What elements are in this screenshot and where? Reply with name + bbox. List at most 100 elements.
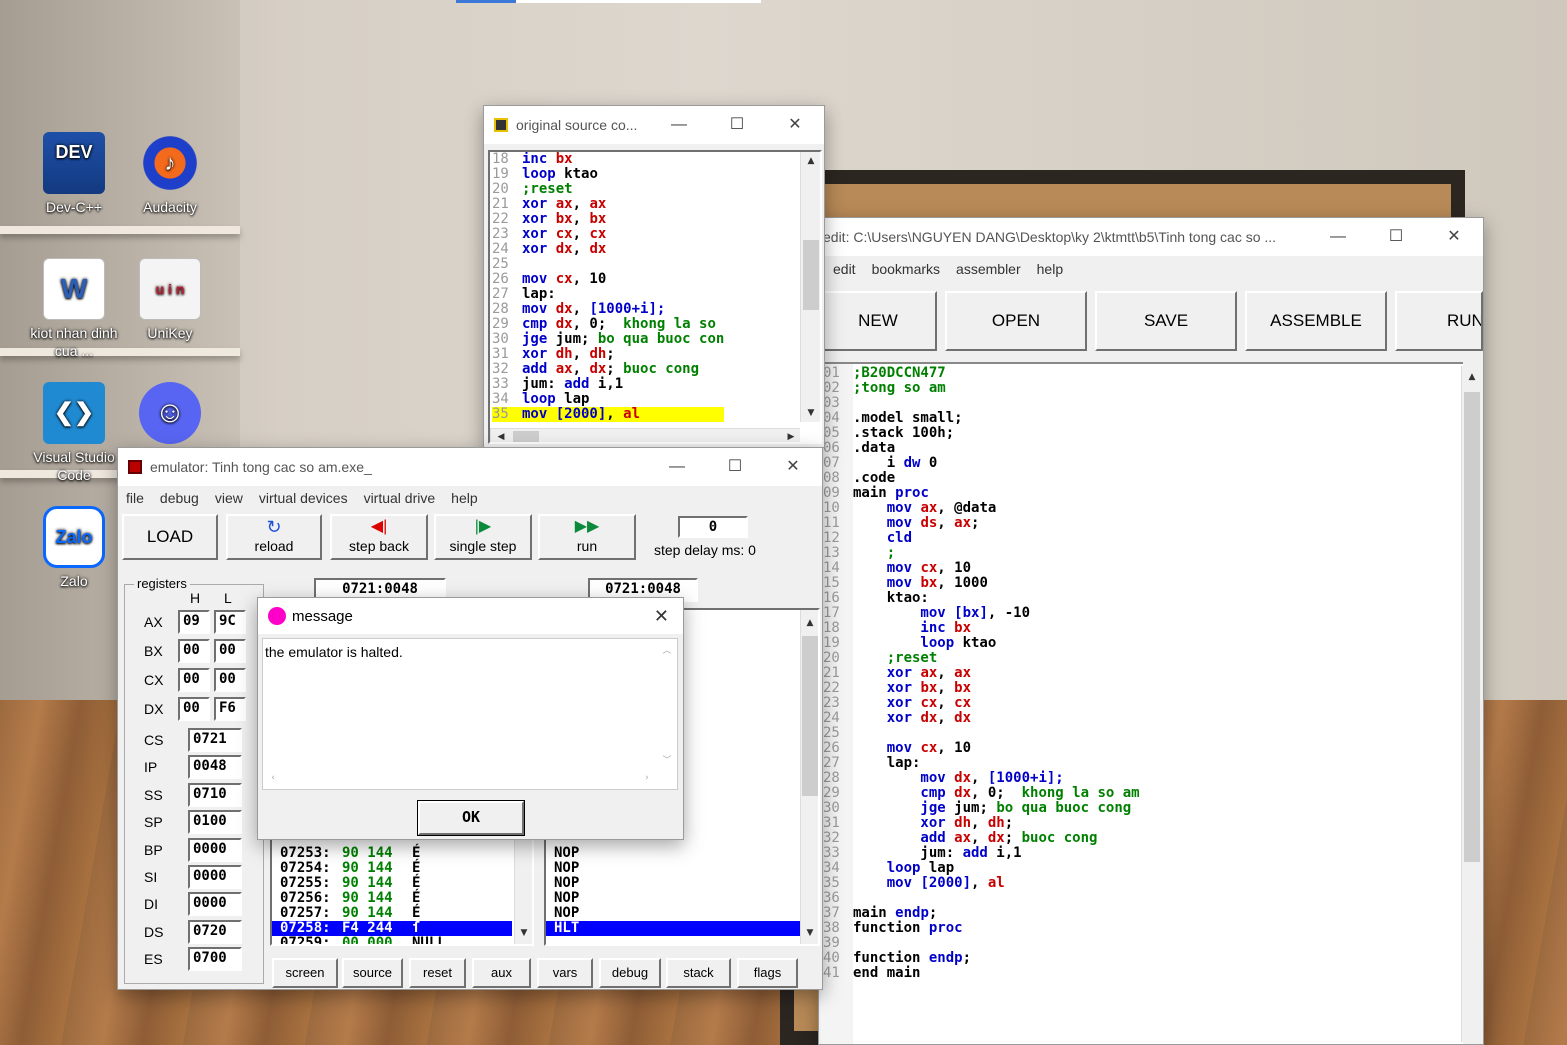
- code-line[interactable]: 21 xor ax, ax: [492, 197, 724, 212]
- minimize-icon[interactable]: —: [648, 448, 706, 486]
- memory-row[interactable]: 07256: 90 144 É: [272, 891, 512, 906]
- menu-bookmarks[interactable]: bookmarks: [872, 261, 940, 277]
- code-line[interactable]: 15 mov bx, 1000: [823, 576, 1140, 591]
- code-line[interactable]: 18 inc bx: [492, 152, 724, 167]
- tab-screen[interactable]: screen: [272, 958, 338, 988]
- scrollbar-thumb[interactable]: [802, 636, 818, 796]
- register-bx-h[interactable]: 00: [178, 639, 210, 663]
- menu-edit[interactable]: edit: [833, 261, 856, 277]
- code-line[interactable]: 12 cld: [823, 531, 1140, 546]
- memory-row[interactable]: 07254: 90 144 É: [272, 861, 512, 876]
- code-line[interactable]: 08 .code: [823, 471, 1140, 486]
- code-line[interactable]: 28 mov dx, [1000+i];: [823, 771, 1140, 786]
- register-dx-h[interactable]: 00: [178, 697, 210, 721]
- code-line[interactable]: 24 xor dx, dx: [492, 242, 724, 257]
- desktop-icon-zalo[interactable]: Zalo Zalo: [28, 506, 120, 590]
- code-line[interactable]: 19 loop ktao: [823, 636, 1140, 651]
- register-cs[interactable]: 0721: [188, 728, 242, 752]
- memory-row[interactable]: 07255: 90 144 É: [272, 876, 512, 891]
- disassembly-row[interactable]: NOP: [546, 861, 802, 876]
- new-button[interactable]: NEW: [819, 291, 937, 351]
- code-line[interactable]: 40 function endp;: [823, 951, 1140, 966]
- ok-button[interactable]: OK: [417, 800, 525, 836]
- scroll-left-icon[interactable]: ‹: [265, 773, 281, 783]
- load-button[interactable]: LOAD: [122, 514, 218, 560]
- code-line[interactable]: 41 end main: [823, 966, 1140, 981]
- code-line[interactable]: 11 mov ds, ax;: [823, 516, 1140, 531]
- menu-debug[interactable]: debug: [160, 490, 199, 506]
- disassembly-row[interactable]: NOP: [546, 846, 802, 861]
- minimize-icon[interactable]: —: [1309, 218, 1367, 256]
- code-line[interactable]: 25: [492, 257, 724, 272]
- reload-button[interactable]: ↻ reload: [226, 514, 322, 560]
- code-line[interactable]: 09 main proc: [823, 486, 1140, 501]
- scroll-left-icon[interactable]: ◀: [493, 432, 509, 442]
- register-ax-l[interactable]: 9C: [214, 610, 246, 634]
- tab-debug[interactable]: debug: [599, 958, 661, 988]
- scroll-down-icon[interactable]: ▼: [516, 928, 532, 938]
- tab-aux[interactable]: aux: [472, 958, 531, 988]
- editor-code-area[interactable]: 01 ;B20DCCN477 02 ;tong so am 03 04 .model sma…: [821, 362, 1463, 1044]
- memory-row[interactable]: 07253: 90 144 É: [272, 846, 512, 861]
- code-line[interactable]: 34 loop lap: [823, 861, 1140, 876]
- menu-help[interactable]: help: [451, 490, 477, 506]
- run-button[interactable]: RUN: [1395, 291, 1483, 351]
- scroll-down-icon[interactable]: ﹀: [659, 753, 675, 766]
- desktop-icon-discord[interactable]: ☺: [124, 382, 216, 448]
- register-ds[interactable]: 0720: [188, 919, 242, 944]
- code-line[interactable]: 29 cmp dx, 0; khong la so am: [823, 786, 1140, 801]
- memory-row[interactable]: 07258: F4 244 ſ: [272, 921, 512, 936]
- register-dx-l[interactable]: F6: [214, 697, 246, 721]
- code-line[interactable]: 24 xor dx, dx: [823, 711, 1140, 726]
- code-line[interactable]: 03: [823, 396, 1140, 411]
- code-line[interactable]: 10 mov ax, @data: [823, 501, 1140, 516]
- code-line[interactable]: 18 inc bx: [823, 621, 1140, 636]
- code-line[interactable]: 23 xor cx, cx: [823, 696, 1140, 711]
- disassembly-row[interactable]: NOP: [546, 891, 802, 906]
- code-line[interactable]: 21 xor ax, ax: [823, 666, 1140, 681]
- menu-file[interactable]: file: [126, 490, 144, 506]
- tab-vars[interactable]: vars: [537, 958, 593, 988]
- assemble-button[interactable]: ASSEMBLE: [1245, 291, 1387, 351]
- message-titlebar[interactable]: message ✕: [258, 598, 683, 634]
- source-titlebar[interactable]: original source co... — ☐ ✕: [484, 106, 824, 144]
- memory-row[interactable]: 07257: 90 144 É: [272, 906, 512, 921]
- scrollbar-thumb[interactable]: [513, 431, 539, 442]
- code-line[interactable]: 30 jge jum; bo qua buoc con: [492, 332, 724, 347]
- code-line[interactable]: 17 mov [bx], -10: [823, 606, 1140, 621]
- code-line[interactable]: 20 ;reset: [823, 651, 1140, 666]
- code-line[interactable]: 02 ;tong so am: [823, 381, 1140, 396]
- maximize-icon[interactable]: ☐: [1367, 218, 1425, 256]
- scrollbar-thumb[interactable]: [1464, 392, 1480, 862]
- code-line[interactable]: 06 .data: [823, 441, 1140, 456]
- code-line[interactable]: 26 mov cx, 10: [492, 272, 724, 287]
- code-line[interactable]: 34 loop lap: [492, 392, 724, 407]
- register-es[interactable]: 0700: [188, 947, 242, 972]
- scroll-down-icon[interactable]: ▼: [802, 928, 818, 938]
- desktop-icon-vscode[interactable]: ❮❯ Visual Studio Code: [28, 382, 120, 484]
- code-line[interactable]: 35 mov [2000], al: [823, 876, 1140, 891]
- scroll-up-icon[interactable]: ︿: [659, 643, 675, 656]
- register-ax-h[interactable]: 09: [178, 610, 210, 634]
- register-bx-l[interactable]: 00: [214, 639, 246, 663]
- code-line[interactable]: 07 i dw 0: [823, 456, 1140, 471]
- menu-virtual-drive[interactable]: virtual drive: [364, 490, 436, 506]
- code-line[interactable]: 14 mov cx, 10: [823, 561, 1140, 576]
- memory-row[interactable]: 07259: 00 000 NULL: [272, 936, 512, 945]
- code-line[interactable]: 19 loop ktao: [492, 167, 724, 182]
- code-line[interactable]: 36: [823, 891, 1140, 906]
- menu-help[interactable]: help: [1037, 261, 1063, 277]
- disassembly-row[interactable]: ...: [546, 936, 802, 945]
- code-line[interactable]: 13 ;: [823, 546, 1140, 561]
- close-icon[interactable]: ✕: [764, 448, 822, 486]
- step-delay-input[interactable]: 0: [678, 516, 748, 538]
- code-line[interactable]: 38 function proc: [823, 921, 1140, 936]
- code-line[interactable]: 05 .stack 100h;: [823, 426, 1140, 441]
- close-icon[interactable]: ✕: [1425, 218, 1483, 256]
- emulator-titlebar[interactable]: emulator: Tinh tong cac so am.exe_ — ☐ ✕: [118, 448, 822, 486]
- scroll-down-icon[interactable]: ▼: [803, 408, 819, 418]
- code-line[interactable]: 32 add ax, dx; buoc cong: [823, 831, 1140, 846]
- code-line[interactable]: 30 jge jum; bo qua buoc cong: [823, 801, 1140, 816]
- disassembly-row[interactable]: NOP: [546, 906, 802, 921]
- scroll-up-icon[interactable]: ▲: [803, 156, 819, 166]
